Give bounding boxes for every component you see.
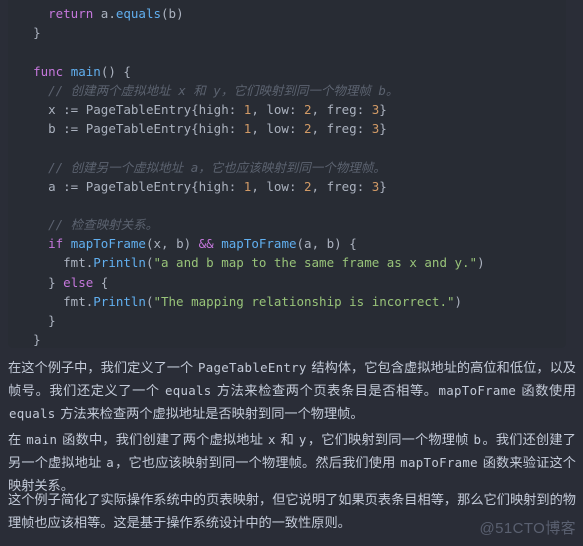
code-line: // 检查映射关系。	[18, 215, 566, 234]
code-line: }	[18, 330, 566, 348]
code-line: fmt.Println("The mapping relationship is…	[18, 292, 566, 311]
code-token: {high:	[191, 121, 244, 137]
prose-text: 函数使用	[517, 383, 576, 398]
code-content[interactable]: return a.equals(b) } func main() { // 创建…	[8, 4, 566, 348]
code-token: {	[93, 274, 109, 290]
code-token: }	[379, 178, 387, 194]
code-token: .	[108, 6, 116, 21]
code-token: , freg:	[311, 101, 372, 117]
code-line: a := PageTableEntry{high: 1, low: 2, fre…	[18, 177, 566, 196]
prose-text: 函数中，我们创建了两个虚拟地址	[58, 432, 267, 447]
inline-code: y	[298, 432, 307, 447]
code-line: }	[18, 23, 566, 42]
code-token: // 创建两个虚拟地址 x 和 y，它们映射到同一个物理帧 b。	[48, 82, 399, 98]
code-line: if mapToFrame(x, b) && mapToFrame(a, b) …	[18, 234, 566, 253]
code-token: (x, b)	[145, 236, 199, 252]
code-token: , freg:	[311, 121, 372, 137]
code-token: // 检查映射关系。	[48, 217, 159, 233]
code-token: a :=	[48, 178, 86, 194]
code-token: b :=	[48, 121, 86, 137]
code-token: "a and b map to the same frame as x and …	[153, 255, 478, 271]
code-token: 2	[304, 178, 312, 194]
code-token: return	[48, 6, 94, 21]
code-token: 2	[304, 101, 312, 117]
code-token: Println	[93, 293, 146, 309]
explanation-paragraph-1: 在这个例子中，我们定义了一个 PageTableEntry 结构体，它包含虚拟地…	[8, 356, 576, 425]
code-token: "The mapping relationship is incorrect."	[153, 293, 455, 309]
inline-code: x	[267, 432, 276, 447]
inline-code: equals	[165, 383, 212, 398]
code-line: }	[18, 311, 566, 330]
code-token: main	[70, 63, 101, 79]
code-token: if	[48, 236, 64, 252]
prose-text: 在	[8, 432, 26, 447]
code-token: equals	[115, 6, 162, 21]
code-token: }	[48, 274, 64, 290]
code-token: PageTableEntry	[85, 101, 192, 117]
code-line: } else {	[18, 273, 566, 292]
code-token: PageTableEntry	[85, 178, 192, 194]
code-line: // 创建另一个虚拟地址 a，它也应该映射到同一个物理帧。	[18, 158, 566, 177]
code-token: &&	[198, 236, 214, 252]
code-token: }	[379, 101, 387, 117]
code-token: , low:	[251, 101, 305, 117]
code-token: func	[33, 63, 64, 79]
prose-text: 方法来检查两个页表条目是否相等。	[212, 383, 438, 398]
code-token: () {	[100, 63, 131, 79]
code-token: // 创建另一个虚拟地址 a，它也应该映射到同一个物理帧。	[48, 159, 386, 175]
prose-text: ，它也应该映射到同一个物理帧。然后我们使用	[115, 455, 400, 470]
code-token: {high:	[191, 101, 244, 117]
explanation-paragraph-2: 在 main 函数中，我们创建了两个虚拟地址 x 和 y，它们映射到同一个物理帧…	[8, 428, 576, 497]
code-line: x := PageTableEntry{high: 1, low: 2, fre…	[18, 100, 566, 119]
code-line: func main() {	[18, 62, 566, 81]
code-token: mapToFrame	[221, 236, 297, 252]
code-token: 2	[304, 121, 312, 137]
inline-code: main	[26, 432, 58, 447]
code-token: fmt	[63, 255, 86, 271]
code-token: }	[48, 313, 56, 328]
prose-text: 在这个例子中，我们定义了一个	[8, 360, 197, 375]
code-token: )	[477, 255, 485, 271]
code-token: Println	[93, 255, 146, 271]
prose-text: ，它们映射到同一个物理帧	[307, 432, 473, 447]
inline-code: mapToFrame	[438, 383, 517, 398]
prose-text: 方法来检查两个虚拟地址是否映射到同一个物理帧。	[56, 406, 364, 421]
code-token: }	[33, 25, 41, 41]
code-token: , freg:	[311, 178, 372, 194]
prose-text: 和	[276, 432, 298, 447]
code-token: , low:	[251, 121, 305, 137]
code-line: fmt.Println("a and b map to the same fra…	[18, 253, 566, 272]
code-token: else	[63, 274, 94, 290]
code-token: (a, b) {	[296, 236, 357, 252]
code-token: PageTableEntry	[85, 121, 192, 137]
code-token: mapToFrame	[70, 236, 146, 252]
code-block: return a.equals(b) } func main() { // 创建…	[8, 0, 566, 348]
code-token: }	[33, 332, 41, 348]
site-watermark: @51CTO博客	[479, 520, 576, 537]
inline-code: PageTableEntry	[198, 360, 307, 375]
code-token: }	[379, 121, 387, 137]
code-line: b := PageTableEntry{high: 1, low: 2, fre…	[18, 119, 566, 138]
inline-code: equals	[9, 406, 56, 421]
code-line: // 创建两个虚拟地址 x 和 y，它们映射到同一个物理帧 b。	[18, 81, 566, 100]
code-token: x :=	[48, 101, 86, 117]
code-token: , low:	[251, 178, 305, 194]
code-token: fmt	[63, 293, 86, 309]
page-root: return a.equals(b) } func main() { // 创建…	[0, 0, 583, 546]
inline-code: b	[473, 432, 482, 447]
code-token: )	[454, 293, 463, 309]
code-token: {high:	[191, 178, 244, 194]
inline-code: a	[106, 455, 115, 470]
code-line: return a.equals(b)	[18, 4, 566, 23]
inline-code: mapToFrame	[400, 455, 478, 470]
code-token: (b)	[161, 6, 184, 21]
